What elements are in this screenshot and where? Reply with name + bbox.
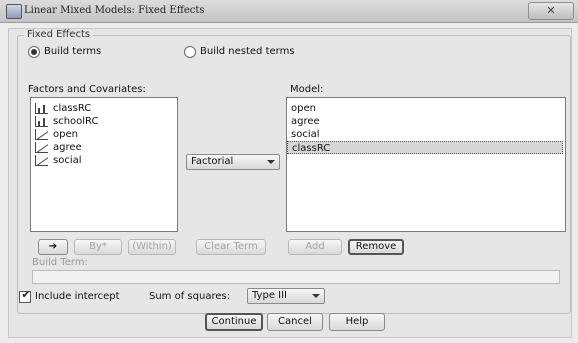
scale-icon bbox=[35, 155, 48, 166]
model-item[interactable]: social bbox=[287, 128, 563, 141]
model-label: Model: bbox=[290, 84, 324, 95]
dialog-window: Linear Mixed Models: Fixed Effects ✕ Fix… bbox=[0, 0, 578, 343]
app-icon bbox=[6, 4, 22, 19]
cancel-button[interactable]: Cancel bbox=[267, 313, 323, 331]
nominal-icon bbox=[35, 116, 48, 127]
include-intercept-checkbox[interactable]: ✔ bbox=[19, 288, 31, 303]
fixed-effects-title: Fixed Effects bbox=[24, 29, 94, 40]
continue-button[interactable]: Continue bbox=[205, 313, 263, 331]
clear-term-button[interactable]: Clear Term bbox=[196, 239, 266, 255]
build-nested-terms-radio[interactable] bbox=[184, 46, 196, 58]
fixed-effects-group: Fixed Effects Build terms Build nested t… bbox=[17, 29, 571, 314]
model-item-selected[interactable]: classRC bbox=[287, 141, 563, 154]
add-button[interactable]: Add bbox=[288, 239, 342, 255]
nominal-icon bbox=[35, 103, 48, 114]
sum-of-squares-label: Sum of squares: bbox=[149, 291, 231, 302]
chevron-down-icon bbox=[267, 160, 275, 164]
arrow-right-icon: ➔ bbox=[48, 241, 58, 252]
build-terms-label[interactable]: Build terms bbox=[44, 46, 101, 57]
title-bar[interactable]: Linear Mixed Models: Fixed Effects ✕ bbox=[0, 0, 578, 23]
model-item[interactable]: open bbox=[287, 102, 563, 115]
include-intercept-label[interactable]: Include intercept bbox=[35, 291, 120, 302]
model-item[interactable]: agree bbox=[287, 115, 563, 128]
sum-of-squares-value: Type III bbox=[252, 290, 287, 301]
help-button[interactable]: Help bbox=[329, 313, 385, 331]
by-button[interactable]: By* bbox=[74, 239, 122, 255]
sum-of-squares-dropdown[interactable]: Type III bbox=[247, 288, 325, 304]
model-list[interactable]: open agree social classRC bbox=[286, 97, 566, 232]
scale-icon bbox=[35, 142, 48, 153]
dialog-content: Fixed Effects Build terms Build nested t… bbox=[8, 28, 572, 338]
build-term-label: Build Term: bbox=[32, 257, 88, 268]
move-to-term-button[interactable]: ➔ bbox=[38, 239, 68, 255]
term-type-value: Factorial bbox=[191, 156, 234, 167]
close-icon: ✕ bbox=[546, 4, 556, 17]
check-icon: ✔ bbox=[21, 288, 31, 301]
scale-icon bbox=[35, 129, 48, 140]
factors-covariates-list[interactable]: classRC schoolRC open agree social bbox=[30, 97, 178, 232]
build-term-field[interactable] bbox=[32, 270, 560, 284]
within-button[interactable]: (Within) bbox=[128, 239, 176, 255]
term-type-dropdown[interactable]: Factorial bbox=[186, 154, 280, 170]
remove-button[interactable]: Remove bbox=[348, 239, 404, 255]
build-nested-terms-label[interactable]: Build nested terms bbox=[200, 46, 295, 57]
chevron-down-icon bbox=[312, 294, 320, 298]
factors-covariates-label: Factors and Covariates: bbox=[28, 84, 146, 95]
close-button[interactable]: ✕ bbox=[528, 2, 574, 20]
window-title: Linear Mixed Models: Fixed Effects bbox=[24, 5, 205, 16]
build-terms-radio[interactable] bbox=[28, 46, 40, 58]
